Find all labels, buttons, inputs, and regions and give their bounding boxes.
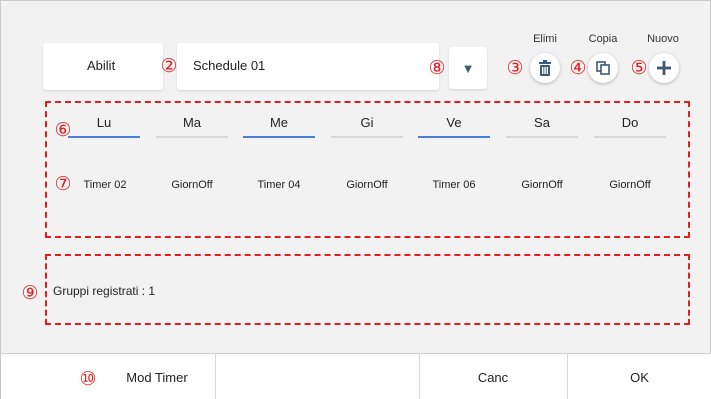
day-indicator bbox=[506, 136, 578, 138]
timer-friday[interactable]: Timer 06 bbox=[414, 179, 494, 191]
delete-label: Elimi bbox=[533, 33, 557, 45]
timer-thursday[interactable]: GiornOff bbox=[327, 179, 407, 191]
mod-timer-label: Mod Timer bbox=[126, 370, 188, 385]
schedule-settings-screen: ① Abilit ② Schedule 01 ⑧ ▼ ③ Elimi ④ Cop… bbox=[0, 0, 711, 399]
day-label: Lu bbox=[96, 115, 112, 130]
timer-saturday[interactable]: GiornOff bbox=[502, 179, 582, 191]
chevron-down-icon: ▼ bbox=[461, 60, 475, 76]
day-indicator bbox=[594, 136, 666, 138]
day-tab-wednesday[interactable]: Me bbox=[243, 113, 315, 138]
schedule-name: Schedule 01 bbox=[193, 58, 266, 73]
day-selected-indicator bbox=[243, 136, 315, 138]
bottom-button-bar: ⑩ Mod Timer Canc OK bbox=[1, 353, 711, 399]
day-tab-sunday[interactable]: Do bbox=[594, 113, 666, 138]
day-tab-tuesday[interactable]: Ma bbox=[156, 113, 228, 138]
new-label: Nuovo bbox=[647, 33, 679, 45]
copy-label: Copia bbox=[588, 33, 618, 45]
mod-timer-button[interactable]: Mod Timer bbox=[101, 354, 213, 399]
day-label: Ma bbox=[182, 115, 202, 130]
callout-4: ④ bbox=[569, 57, 587, 79]
day-indicator bbox=[331, 136, 403, 138]
timer-monday[interactable]: Timer 02 bbox=[65, 179, 145, 191]
trash-icon bbox=[539, 60, 551, 76]
timer-wednesday[interactable]: Timer 04 bbox=[239, 179, 319, 191]
day-tab-friday[interactable]: Ve bbox=[418, 113, 490, 138]
cancel-label: Canc bbox=[477, 370, 509, 385]
day-tab-monday[interactable]: Lu bbox=[68, 113, 140, 138]
cancel-button[interactable]: Canc bbox=[420, 354, 566, 399]
plus-icon bbox=[657, 61, 671, 75]
day-label: Sa bbox=[534, 115, 550, 130]
registered-groups-text: Gruppi registrati : 1 bbox=[53, 284, 156, 298]
day-selected-indicator bbox=[68, 136, 140, 138]
day-indicator bbox=[156, 136, 228, 138]
ok-button[interactable]: OK bbox=[568, 354, 711, 399]
timer-sunday[interactable]: GiornOff bbox=[590, 179, 670, 191]
day-label: Gi bbox=[360, 115, 374, 130]
delete-button[interactable] bbox=[530, 53, 560, 83]
callout-5: ⑤ bbox=[630, 57, 648, 79]
day-tab-thursday[interactable]: Gi bbox=[331, 113, 403, 138]
enable-label: Abilit bbox=[87, 58, 116, 73]
schedule-name-field[interactable]: Schedule 01 bbox=[177, 43, 439, 90]
new-button[interactable] bbox=[649, 53, 679, 83]
timer-tuesday[interactable]: GiornOff bbox=[152, 179, 232, 191]
bottom-divider bbox=[215, 354, 216, 399]
day-label: Ve bbox=[446, 115, 462, 130]
ok-label: OK bbox=[630, 370, 649, 385]
day-selected-indicator bbox=[418, 136, 490, 138]
callout-8: ⑧ bbox=[428, 57, 446, 79]
day-label: Me bbox=[269, 115, 289, 130]
enable-toggle[interactable]: Abilit bbox=[43, 43, 163, 90]
callout-9: ⑨ bbox=[21, 282, 39, 304]
day-tab-saturday[interactable]: Sa bbox=[506, 113, 578, 138]
callout-10: ⑩ bbox=[79, 368, 97, 390]
copy-button[interactable] bbox=[588, 53, 618, 83]
day-label: Do bbox=[621, 115, 639, 130]
copy-icon bbox=[596, 61, 610, 75]
callout-3: ③ bbox=[506, 57, 524, 79]
schedule-dropdown-button[interactable]: ▼ bbox=[449, 47, 487, 89]
